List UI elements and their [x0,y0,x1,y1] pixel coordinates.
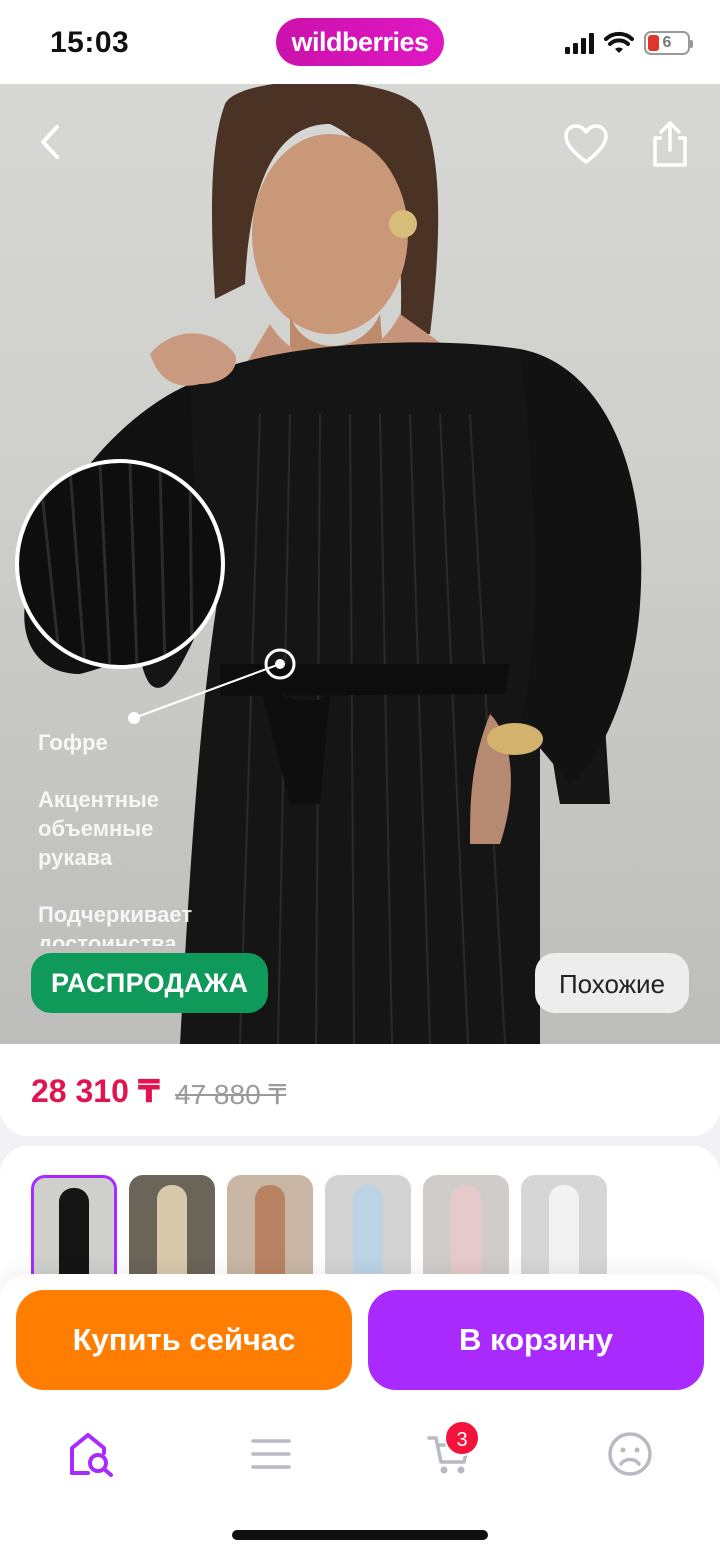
favorite-button[interactable] [556,114,616,174]
thumbnail-dress-image [451,1185,481,1287]
menu-icon [251,1439,291,1469]
thumbnail-1[interactable] [31,1175,117,1287]
thumbnail-6[interactable] [521,1175,607,1287]
feature-pleats: Гофре [38,730,108,755]
profile-icon [608,1432,652,1476]
price-card: 28 310 ₸ 47 880 ₸ [0,1044,720,1136]
product-image[interactable]: Гофре Акцентные объемные рукава Подчерки… [0,84,720,1044]
heart-icon [564,124,608,164]
thumbnail-4[interactable] [325,1175,411,1287]
sale-badge: РАСПРОДАЖА [31,953,269,1013]
thumbnail-5[interactable] [423,1175,509,1287]
tab-home[interactable] [56,1424,126,1484]
back-arrow-icon [41,125,59,159]
home-search-icon [70,1433,113,1477]
old-price: 47 880 ₸ [175,1079,287,1110]
action-bar: Купить сейчас В корзину [0,1274,720,1404]
status-time: 15:03 [50,26,130,59]
buy-now-button[interactable]: Купить сейчас [16,1290,352,1390]
tab-cart[interactable]: 3 [414,1420,484,1484]
thumbnail-dress-image [255,1185,285,1287]
back-button[interactable] [20,112,80,172]
thumbnail-dress-image [59,1188,89,1284]
feature-figure: Подчеркивает достоинства. [38,902,193,946]
current-price: 28 310 ₸ [31,1073,161,1109]
tab-profile[interactable] [595,1424,665,1484]
share-icon [653,121,687,167]
similar-button[interactable]: Похожие [535,953,689,1013]
thumbnail-dress-image [549,1185,579,1287]
battery-icon: 6 [644,31,693,55]
thumbnail-list [31,1175,607,1287]
home-indicator [232,1530,488,1540]
thumbnail-dress-image [157,1185,187,1287]
thumbnail-3[interactable] [227,1175,313,1287]
feature-sleeves: Акцентные объемные рукава [38,787,160,870]
status-bar: 15:03 wildberries 6 [0,0,720,84]
cart-count-badge: 3 [444,1420,480,1456]
share-button[interactable] [640,114,700,174]
wifi-icon [604,31,634,53]
tab-catalog[interactable] [236,1424,306,1484]
thumbnail-dress-image [353,1185,383,1287]
signal-icon [565,32,594,54]
status-icons: 6 [565,28,693,58]
thumbnail-2[interactable] [129,1175,215,1287]
add-to-cart-button[interactable]: В корзину [368,1290,704,1390]
brand-logo[interactable]: wildberries [276,18,444,66]
battery-level: 6 [662,34,672,51]
